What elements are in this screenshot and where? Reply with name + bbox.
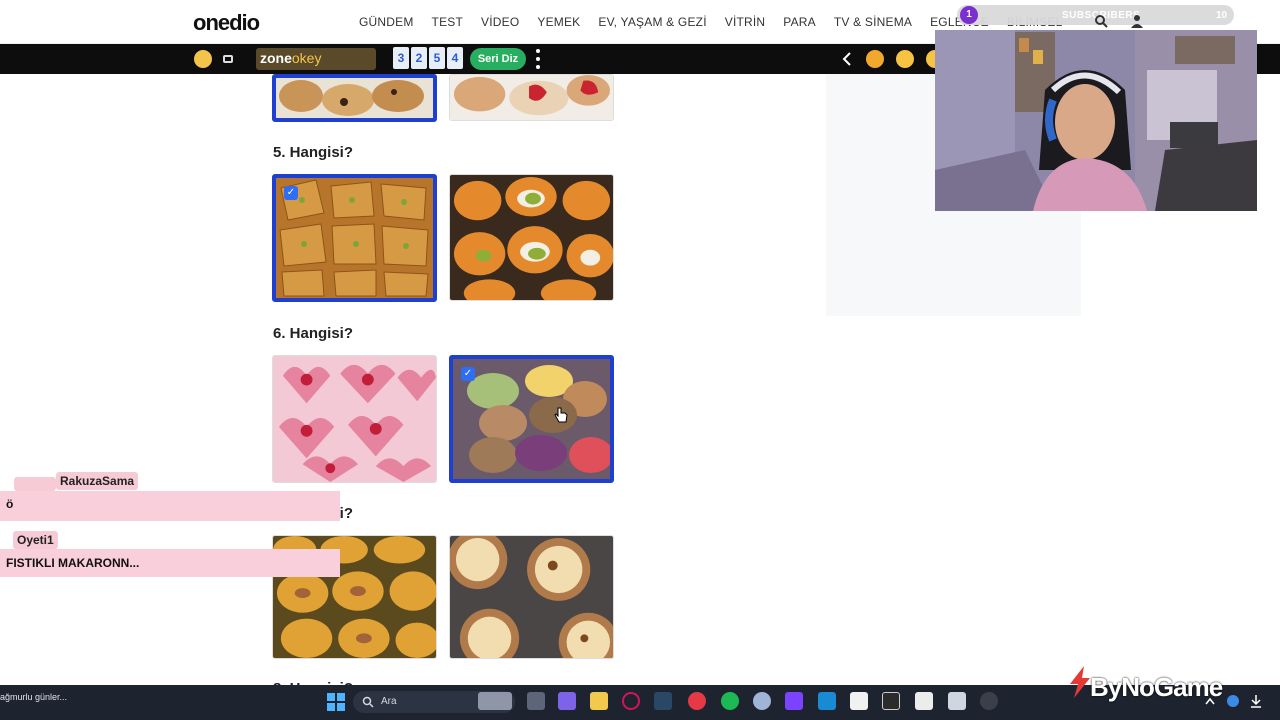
- ad-brand-suffix: okey: [291, 50, 322, 66]
- ad-small-icon: [223, 55, 233, 63]
- nav-item-yemek[interactable]: YEMEK: [537, 15, 580, 29]
- ad-tile: 3: [393, 47, 409, 69]
- question-title-5: 5. Hangisi?: [273, 144, 354, 161]
- tray-app-icon[interactable]: [1226, 694, 1240, 708]
- chat-message: ö: [6, 497, 14, 511]
- streamer-camera-image: [935, 30, 1257, 211]
- ad-tile: 5: [429, 47, 445, 69]
- chat-username: RakuzaSama: [56, 472, 139, 490]
- ad-tile: 2: [411, 47, 427, 69]
- subscribers-count: 10: [1216, 10, 1228, 21]
- selected-check-icon: ✓: [461, 367, 475, 381]
- copilot-icon[interactable]: [558, 692, 576, 710]
- hand-cursor-icon: [554, 407, 568, 423]
- taskbar-search-placeholder: Ara: [381, 696, 397, 707]
- file-explorer-icon[interactable]: [590, 692, 608, 710]
- nav-item-ev-yasam[interactable]: EV, YAŞAM & GEZİ: [598, 15, 706, 29]
- ad-seri-diz-button[interactable]: Seri Diz: [470, 48, 526, 70]
- steam-icon[interactable]: [654, 692, 672, 710]
- strawberry-pastry-image: [450, 75, 613, 120]
- option-card-q4-a[interactable]: [272, 74, 437, 122]
- epic-games-icon[interactable]: [882, 692, 900, 710]
- ad-logo-icon: [194, 50, 212, 68]
- baklava-image: [276, 178, 433, 298]
- nav-item-gundem[interactable]: GÜNDEM: [359, 15, 414, 29]
- task-view-icon[interactable]: [527, 692, 545, 710]
- site-logo[interactable]: onedio: [193, 10, 260, 36]
- cookie-image: [276, 78, 433, 118]
- ad-tiles: 3 2 5 4: [393, 47, 463, 69]
- chat-badges-icon: [14, 477, 56, 491]
- tray-download-icon[interactable]: [1250, 694, 1262, 708]
- notion-icon[interactable]: [850, 692, 868, 710]
- ad-brand-name: zone: [260, 50, 292, 66]
- selected-check-icon: ✓: [284, 186, 298, 200]
- search-icon[interactable]: [1094, 14, 1108, 28]
- apricot-dessert-image: [450, 175, 613, 300]
- app-icon[interactable]: [753, 692, 771, 710]
- ad-heart-eyes-icon: [896, 50, 914, 68]
- option-card-q6-b[interactable]: ✓: [449, 355, 614, 483]
- app-icon[interactable]: [980, 692, 998, 710]
- nav-item-vitrin[interactable]: VİTRİN: [725, 15, 766, 29]
- nav-item-para[interactable]: PARA: [783, 15, 816, 29]
- chat-message: FISTIKLI MAKARONN...: [6, 556, 140, 570]
- twitch-icon[interactable]: [785, 692, 803, 710]
- app-icon[interactable]: [688, 692, 706, 710]
- widget-image-icon[interactable]: [478, 692, 512, 710]
- nav-item-tv[interactable]: TV & SİNEMA: [834, 15, 912, 29]
- option-card-q7-b[interactable]: [449, 535, 614, 659]
- ad-back-icon[interactable]: [840, 51, 856, 67]
- option-card-q5-b[interactable]: [449, 174, 614, 301]
- heart-tart-image: [273, 356, 436, 482]
- custard-tart-image: [450, 536, 613, 658]
- ad-brand: zoneokey: [260, 50, 321, 66]
- question-title-6: 6. Hangisi?: [273, 325, 354, 342]
- app-icon[interactable]: [915, 692, 933, 710]
- vscode-icon[interactable]: [818, 692, 836, 710]
- user-icon[interactable]: [1130, 14, 1144, 28]
- subscribers-badge: 1: [960, 6, 978, 24]
- nav-item-video[interactable]: VİDEO: [481, 15, 519, 29]
- option-card-q5-a[interactable]: ✓: [272, 174, 437, 302]
- chat-username: Oyeti1: [13, 531, 58, 549]
- webcam-overlay: [935, 30, 1257, 211]
- ad-emoji-icon: [866, 50, 884, 68]
- screen: onedio GÜNDEM TEST VİDEO YEMEK EV, YAŞAM…: [0, 0, 1280, 720]
- spotify-icon[interactable]: [721, 692, 739, 710]
- macaron-image: [453, 359, 610, 479]
- nav-item-test[interactable]: TEST: [432, 15, 463, 29]
- obs-icon[interactable]: [622, 692, 640, 710]
- option-card-q4-b[interactable]: [449, 74, 614, 121]
- search-icon: [362, 696, 374, 708]
- bynogame-watermark: ByNoGame: [1090, 672, 1223, 702]
- app-icon[interactable]: [948, 692, 966, 710]
- chat-message-box: [0, 491, 340, 521]
- windows-start-icon[interactable]: [327, 693, 345, 711]
- ad-tile: 4: [447, 47, 463, 69]
- ad-more-icon[interactable]: [535, 47, 541, 71]
- weather-widget[interactable]: ağmurlu günler...: [0, 692, 67, 702]
- option-card-q6-a[interactable]: [272, 355, 437, 483]
